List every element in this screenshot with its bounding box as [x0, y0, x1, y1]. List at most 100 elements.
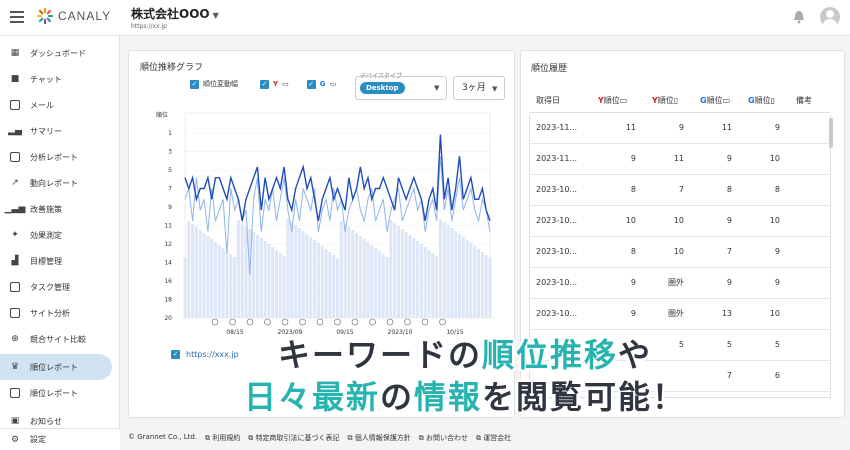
- google-pc-checkbox[interactable]: ✓: [306, 79, 316, 89]
- rank-range-bar: [404, 232, 408, 318]
- sidebar-item-goal[interactable]: ▟ 目標管理: [0, 248, 112, 274]
- period-select[interactable]: 3ヶ月 ▼: [453, 76, 505, 100]
- sidebar-item-label: 改善施策: [30, 204, 62, 214]
- rank-range-bar: [324, 249, 328, 318]
- sidebar-item-mail[interactable]: メール: [0, 92, 112, 118]
- footer: © Grannet Co., Ltd. ⧉ 利用規約 ⧉ 特定商取引法に基づく表…: [128, 433, 511, 443]
- sidebar-item-improvement[interactable]: ▁▃▅ 改善施策: [0, 196, 112, 222]
- event-marker: [334, 318, 341, 326]
- rank-range-bar: [202, 233, 206, 318]
- footer-link[interactable]: ⧉ 利用規約: [205, 433, 240, 443]
- menu-icon[interactable]: [10, 11, 24, 23]
- table-header-row: 取得日 Y順位▭ Y順位▯ G順位▭ G順位▯ 備考: [530, 90, 830, 113]
- col-date[interactable]: 取得日: [530, 90, 592, 113]
- rank-range-bar: [419, 244, 423, 318]
- sidebar-item-label: タスク管理: [30, 282, 70, 292]
- sidebar-item-dashboard[interactable]: ▦ ダッシュボード: [0, 40, 112, 66]
- cell-g-pc: 9: [694, 143, 742, 175]
- footer-link[interactable]: ⧉ お問い合わせ: [419, 433, 468, 443]
- device-value: Desktop: [360, 82, 405, 94]
- device-type-select[interactable]: Desktop ▼: [355, 76, 447, 100]
- chevron-down-icon: ▼: [492, 85, 498, 93]
- cell-y-pc: 9: [592, 143, 646, 175]
- table-scrollbar[interactable]: [829, 118, 833, 148]
- bell-icon[interactable]: [793, 10, 805, 24]
- rank-chart-title: 順位推移グラフ: [140, 63, 204, 73]
- rank-range-bar: [435, 256, 439, 318]
- top-bar: CANALY 株式会社OOO ▼ https://xx.jp: [0, 0, 850, 36]
- rank-range-bar: [286, 219, 290, 318]
- col-note[interactable]: 備考: [790, 90, 830, 113]
- footer-link[interactable]: ⧉ 運営会社: [476, 433, 511, 443]
- y-tick-label: 1: [168, 130, 172, 137]
- sidebar-item-analysis-report[interactable]: 分析レポート: [0, 144, 112, 170]
- rank-range-bar: [240, 223, 244, 318]
- cell-date: 2023-10...: [530, 267, 592, 299]
- rank-range-bar: [191, 224, 195, 318]
- y-tick-label: 11: [164, 223, 172, 230]
- rank-range-bar: [198, 230, 202, 318]
- rank-range-bar: [236, 220, 240, 318]
- rank-range-bar: [362, 239, 366, 318]
- rank-range-bar: [427, 250, 431, 318]
- mail-icon: [10, 100, 20, 110]
- col-yahoo-sp[interactable]: Y順位▯: [646, 90, 694, 113]
- rank-range-bar: [442, 222, 446, 318]
- footer-link[interactable]: ⧉ 個人情報保護方針: [347, 433, 410, 443]
- cell-g-pc: 7: [694, 236, 742, 268]
- sidebar-item-chat[interactable]: ■ チャット: [0, 66, 112, 92]
- sidebar-item-label: 効果測定: [30, 230, 62, 240]
- company-name: 株式会社OOO: [131, 7, 210, 21]
- event-marker: [246, 318, 254, 326]
- rank-range-bar: [397, 226, 400, 318]
- rank-range-label: 順位変動幅: [203, 80, 238, 88]
- rank-range-bar: [217, 245, 221, 318]
- measure-icon: ✦: [11, 230, 19, 240]
- cell-y-sp: 10: [646, 236, 694, 268]
- cell-g-pc: 9: [694, 267, 742, 299]
- col-google-sp[interactable]: G順位▯: [742, 90, 790, 113]
- sidebar-item-site-analysis[interactable]: サイト分析: [0, 300, 112, 326]
- rank-range-bar: [473, 246, 477, 318]
- sidebar-item-trend-report[interactable]: ↗ 動向レポート: [0, 170, 112, 196]
- rank-range-bar: [438, 219, 442, 318]
- event-marker: [404, 318, 411, 326]
- rank-range-bar: [252, 232, 256, 318]
- event-marker: [264, 318, 271, 326]
- cell-date: 2023-10...: [530, 298, 592, 330]
- sidebar-item-summary[interactable]: ▂▄ サマリー: [0, 118, 112, 144]
- sidebar-item-settings[interactable]: ⚙ 設定: [0, 428, 120, 450]
- cell-y-pc: 10: [592, 205, 646, 237]
- avatar[interactable]: [820, 7, 840, 27]
- rank-range-bar: [358, 236, 362, 318]
- col-yahoo-pc[interactable]: Y順位▭: [592, 90, 646, 113]
- rank-range-bar: [355, 233, 359, 318]
- col-google-pc[interactable]: G順位▭: [694, 90, 742, 113]
- cell-g-sp: 9: [742, 112, 790, 144]
- chat-icon: ■: [10, 74, 20, 84]
- rank-range-bar: [416, 241, 420, 318]
- canaly-logo-icon: [37, 8, 53, 24]
- y-tick-label: 12: [164, 241, 172, 248]
- cell-g-pc: 9: [694, 205, 742, 237]
- sidebar-item-task[interactable]: タスク管理: [0, 274, 112, 300]
- y-tick-label: 16: [164, 278, 172, 285]
- rank-range-bar: [465, 240, 469, 318]
- rank-range-bar: [221, 248, 225, 318]
- rank-range-checkbox[interactable]: ✓: [190, 79, 199, 89]
- event-marker: [299, 318, 306, 326]
- company-url: https://xx.jp: [131, 23, 167, 30]
- rank-range-bar: [431, 253, 435, 318]
- rank-range-bar: [446, 225, 450, 318]
- yahoo-pc-checkbox[interactable]: ✓: [260, 79, 269, 89]
- logo[interactable]: CANALY: [36, 7, 111, 25]
- rank-range-bar: [343, 224, 347, 318]
- sidebar-item-label: メール: [30, 100, 54, 110]
- y-tick-label: 5: [168, 167, 172, 174]
- compare-icon: ⊕: [11, 334, 19, 344]
- goal-icon: ▟: [11, 256, 19, 266]
- cell-note: [790, 205, 830, 237]
- company-selector[interactable]: 株式会社OOO ▼: [131, 5, 219, 22]
- footer-link[interactable]: ⧉ 特定商取引法に基づく表記: [248, 433, 339, 443]
- sidebar-item-effect-measure[interactable]: ✦ 効果測定: [0, 222, 112, 248]
